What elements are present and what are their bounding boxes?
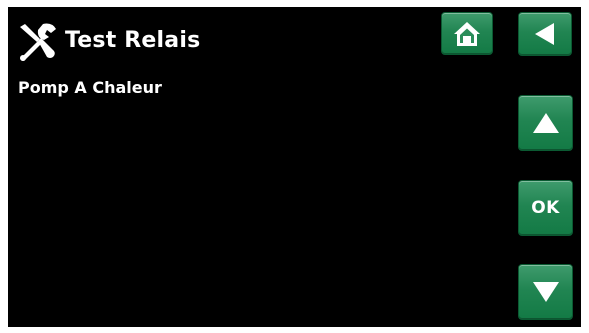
arrow-up-icon xyxy=(532,113,559,133)
relay-name: Pomp A Chaleur xyxy=(18,78,162,97)
back-button[interactable] xyxy=(518,12,572,56)
home-icon xyxy=(454,21,480,46)
ok-label: OK xyxy=(531,198,560,218)
tools-icon xyxy=(20,23,56,61)
up-button[interactable] xyxy=(518,95,573,151)
arrow-down-icon xyxy=(532,282,559,302)
header: Test Relais xyxy=(8,7,581,73)
down-button[interactable] xyxy=(518,264,573,320)
arrow-left-icon xyxy=(535,23,554,45)
home-button[interactable] xyxy=(441,12,493,55)
ok-button[interactable]: OK xyxy=(518,180,573,236)
display-screen: Test Relais Pomp A Chaleur OK xyxy=(8,7,581,327)
page-title: Test Relais xyxy=(65,28,201,53)
